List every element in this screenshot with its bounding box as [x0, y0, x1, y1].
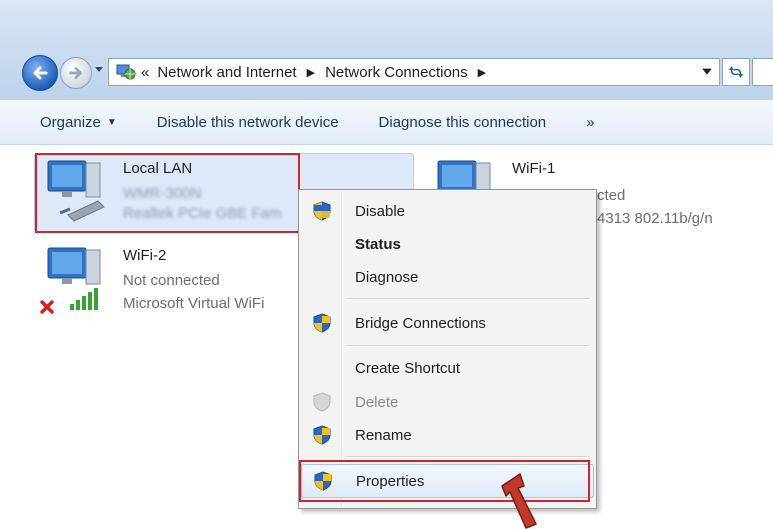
menu-separator	[345, 345, 590, 347]
connection-name: WiFi-2	[123, 247, 167, 264]
refresh-button[interactable]	[722, 58, 750, 86]
shield-icon	[313, 392, 331, 412]
menu-item-label: Create Shortcut	[355, 359, 461, 377]
back-arrow-icon	[33, 66, 48, 80]
breadcrumb-overflow[interactable]: «	[137, 59, 153, 85]
menu-separator	[345, 456, 590, 458]
search-box[interactable]	[752, 58, 773, 86]
menu-separator	[345, 298, 590, 300]
command-bar: Organize ▼ Disable this network device D…	[0, 100, 773, 145]
menu-item-label: Disable	[355, 202, 406, 220]
organize-menu[interactable]: Organize ▼	[0, 100, 137, 144]
shield-icon	[313, 201, 331, 221]
highlight-local-lan	[35, 153, 300, 233]
menu-item-label: Delete	[355, 393, 399, 411]
menu-item-status[interactable]: Status	[301, 228, 594, 260]
more-commands-button[interactable]: »	[566, 100, 614, 144]
diagnose-connection-button[interactable]: Diagnose this connection	[359, 100, 567, 144]
menu-item-rename[interactable]: Rename	[301, 419, 594, 451]
connection-device: Microsoft Virtual WiFi	[123, 295, 265, 312]
refresh-icon	[729, 66, 743, 78]
address-bar[interactable]: « Network and Internet ▶ Network Connect…	[108, 58, 720, 86]
breadcrumb-network-connections[interactable]: Network Connections	[321, 59, 472, 85]
menu-item-diagnose[interactable]: Diagnose	[301, 261, 594, 293]
organize-label: Organize	[40, 113, 101, 131]
forward-arrow-icon	[69, 67, 82, 79]
shield-icon	[313, 425, 331, 445]
network-location-icon	[116, 64, 136, 80]
menu-item-label: Rename	[355, 426, 412, 444]
more-commands-icon: »	[586, 113, 595, 131]
breadcrumb-separator-icon[interactable]: ▶	[472, 66, 492, 79]
connection-status: Not connected	[123, 272, 220, 289]
breadcrumb-network-and-internet[interactable]: Network and Internet	[153, 59, 300, 85]
diagnose-connection-label: Diagnose this connection	[378, 113, 547, 131]
menu-item-create-shortcut[interactable]: Create Shortcut	[301, 352, 594, 384]
menu-item-label: Bridge Connections	[355, 314, 486, 332]
connection-name: WiFi-1	[512, 160, 556, 177]
disconnected-x-icon	[40, 300, 54, 314]
menu-item-delete: Delete	[301, 386, 594, 418]
connection-device: 4313 802.11b/g/n	[597, 210, 713, 227]
recent-pages-dropdown-icon[interactable]	[94, 64, 104, 74]
menu-item-label: Diagnose	[355, 268, 419, 286]
chevron-down-icon: ▼	[106, 116, 117, 128]
address-dropdown-icon[interactable]	[701, 65, 713, 77]
menu-item-label: Status	[355, 235, 401, 253]
pointer-arrow-icon	[501, 473, 537, 529]
menu-item-bridge-connections[interactable]: Bridge Connections	[301, 307, 594, 339]
disable-device-button[interactable]: Disable this network device	[137, 100, 359, 144]
breadcrumb-separator-icon[interactable]: ▶	[301, 66, 321, 79]
connection-status: cted	[597, 187, 626, 204]
shield-icon	[313, 313, 331, 333]
menu-item-disable[interactable]: Disable	[301, 195, 594, 227]
forward-button[interactable]	[60, 57, 92, 89]
disable-device-label: Disable this network device	[156, 113, 339, 131]
back-button[interactable]	[22, 55, 58, 91]
